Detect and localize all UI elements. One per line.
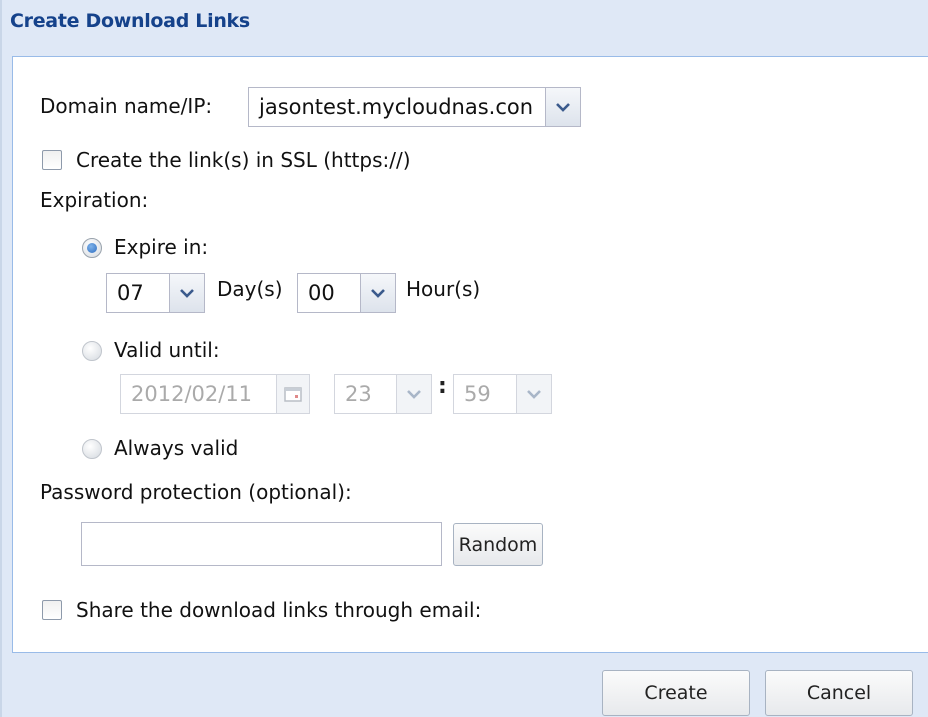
create-download-links-dialog: Create Download Links Domain name/IP: ja… [0,0,928,717]
chevron-down-icon[interactable] [545,88,580,126]
dialog-title: Create Download Links [10,10,250,32]
password-label: Password protection (optional): [40,480,352,504]
chevron-down-icon[interactable] [169,274,204,312]
valid-until-minute-select[interactable]: 59 [453,374,552,414]
valid-until-hour-value: 23 [345,382,372,406]
domain-label: Domain name/IP: [40,94,213,118]
valid-until-hour-select[interactable]: 23 [334,374,432,414]
always-valid-radio[interactable] [82,439,102,459]
expire-hours-select[interactable]: 00 [297,273,396,313]
domain-value: jasontest.mycloudnas.con [259,95,534,119]
expire-days-value: 07 [117,281,144,305]
days-unit-label: Day(s) [217,277,283,301]
valid-until-date-value: 2012/02/11 [131,382,253,406]
expire-in-label: Expire in: [114,235,209,259]
expire-in-radio[interactable] [82,238,102,258]
time-separator: : [438,374,447,399]
cancel-button[interactable]: Cancel [765,670,913,716]
always-valid-label: Always valid [114,436,239,460]
valid-until-date-field[interactable]: 2012/02/11 [120,374,310,414]
domain-select[interactable]: jasontest.mycloudnas.con [248,87,581,127]
expiration-label: Expiration: [40,188,149,212]
chevron-down-icon[interactable] [396,375,431,413]
create-button[interactable]: Create [602,670,750,716]
hours-unit-label: Hour(s) [406,277,481,301]
expire-hours-value: 00 [308,281,335,305]
ssl-label: Create the link(s) in SSL (https://) [76,148,411,172]
email-share-checkbox[interactable] [42,600,62,620]
password-input[interactable] [81,522,442,566]
ssl-checkbox[interactable] [42,150,62,170]
random-button[interactable]: Random [453,523,543,566]
valid-until-minute-value: 59 [464,382,491,406]
expire-days-select[interactable]: 07 [106,273,205,313]
valid-until-label: Valid until: [114,338,220,362]
calendar-icon[interactable] [276,375,309,413]
chevron-down-icon[interactable] [360,274,395,312]
valid-until-radio[interactable] [82,341,102,361]
email-share-label: Share the download links through email: [76,598,482,622]
chevron-down-icon[interactable] [516,375,551,413]
